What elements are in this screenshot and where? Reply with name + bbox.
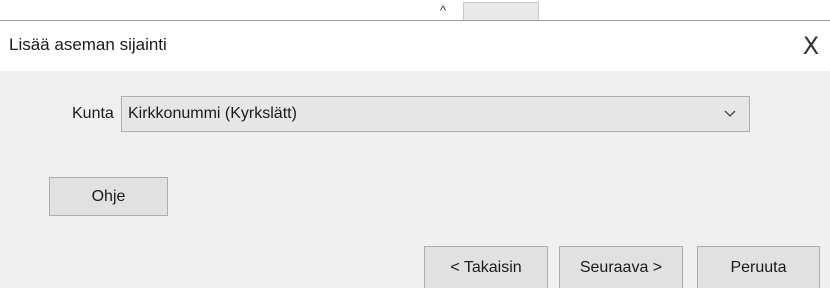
background-caret-icon: ^ [439, 3, 447, 18]
close-icon[interactable]: X [796, 31, 826, 61]
next-button[interactable]: Seuraava > [559, 246, 683, 288]
dialog-title: Lisää aseman sijainti [9, 35, 167, 54]
cancel-button[interactable]: Peruuta [697, 246, 820, 288]
dialog-titlebar: Lisää aseman sijainti X [0, 21, 830, 71]
municipality-select[interactable]: Kirkkonummi (Kyrkslätt) [121, 96, 750, 132]
dialog-body: Kunta Kirkkonummi (Kyrkslätt) Ohje < Tak… [0, 71, 830, 288]
screen: ^ Lisää aseman sijainti X Kunta Kirkkonu… [0, 0, 830, 288]
chevron-down-icon [724, 110, 736, 117]
municipality-label: Kunta [72, 105, 114, 122]
back-button[interactable]: < Takaisin [424, 246, 548, 288]
background-window: ^ [0, 0, 830, 22]
background-control [463, 2, 539, 22]
help-button[interactable]: Ohje [49, 177, 168, 216]
add-station-location-dialog: Lisää aseman sijainti X Kunta Kirkkonumm… [0, 20, 830, 288]
municipality-selected-value: Kirkkonummi (Kyrkslätt) [128, 105, 297, 122]
